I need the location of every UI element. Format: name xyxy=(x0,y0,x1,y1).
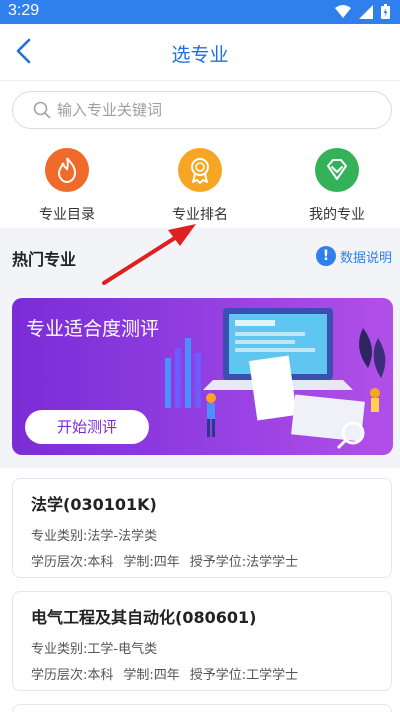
search-input[interactable] xyxy=(57,98,377,122)
search-section xyxy=(0,80,400,140)
major-name: 电气工程及其自动化(080601) xyxy=(31,608,257,627)
data-description-link[interactable]: ! 数据说明 xyxy=(315,246,392,266)
medal-icon xyxy=(178,148,222,192)
assessment-banner[interactable]: 专业适合度测评 开始测评 xyxy=(12,298,393,455)
major-category: 专业类别:工学-电气类 xyxy=(31,642,158,657)
quick-action-my-majors[interactable]: 我的专业 xyxy=(282,148,392,224)
wifi-icon xyxy=(335,4,351,18)
quick-action-major-ranking[interactable]: 专业排名 xyxy=(145,148,255,224)
quick-action-label: 专业目录 xyxy=(39,207,95,223)
banner-title: 专业适合度测评 xyxy=(26,318,160,340)
data-description-label: 数据说明 xyxy=(339,250,392,266)
major-card[interactable]: 电气工程及其自动化(080601) 专业类别:工学-电气类 学历层次:本科 学制:… xyxy=(12,591,392,691)
start-assessment-button[interactable]: 开始测评 xyxy=(25,410,149,444)
quick-action-label: 专业排名 xyxy=(172,207,228,223)
info-icon: ! xyxy=(315,246,336,266)
major-meta: 学历层次:本科 学制:四年 授予学位:法学学士 xyxy=(31,551,308,570)
status-icons xyxy=(335,4,390,19)
major-duration: 学制:四年 xyxy=(123,555,180,570)
nav-bar: 选专业 xyxy=(0,24,400,80)
status-bar: 3:29 xyxy=(0,0,400,24)
signal-icon xyxy=(359,4,373,19)
major-name: 法学(030101K) xyxy=(31,495,157,514)
search-box[interactable] xyxy=(12,91,392,129)
search-icon xyxy=(33,101,51,119)
major-degree: 授予学位:法学学士 xyxy=(189,555,299,570)
quick-actions: 专业目录 专业排名 我的专业 xyxy=(0,140,400,228)
heart-diamond-icon xyxy=(315,148,359,192)
quick-action-major-catalog[interactable]: 专业目录 xyxy=(12,148,122,224)
section-title: 热门专业 xyxy=(12,250,77,269)
major-level: 学历层次:本科 xyxy=(31,668,114,683)
quick-action-label: 我的专业 xyxy=(309,207,365,223)
major-duration: 学制:四年 xyxy=(123,668,180,683)
battery-icon xyxy=(381,4,390,19)
major-level: 学历层次:本科 xyxy=(31,555,114,570)
page-title: 选专业 xyxy=(171,44,229,66)
major-card[interactable]: 法学(030101K) 专业类别:法学-法学类 学历层次:本科 学制:四年 授予学位… xyxy=(12,478,392,578)
banner-illustration xyxy=(165,308,386,450)
major-meta: 学历层次:本科 学制:四年 授予学位:工学学士 xyxy=(31,664,308,683)
major-card-partial[interactable] xyxy=(12,704,392,712)
status-time: 3:29 xyxy=(8,2,40,19)
hot-majors-header: 热门专业 ! 数据说明 xyxy=(0,232,400,282)
major-degree: 授予学位:工学学士 xyxy=(189,668,299,683)
flame-icon xyxy=(45,148,89,192)
major-category: 专业类别:法学-法学类 xyxy=(31,529,158,544)
